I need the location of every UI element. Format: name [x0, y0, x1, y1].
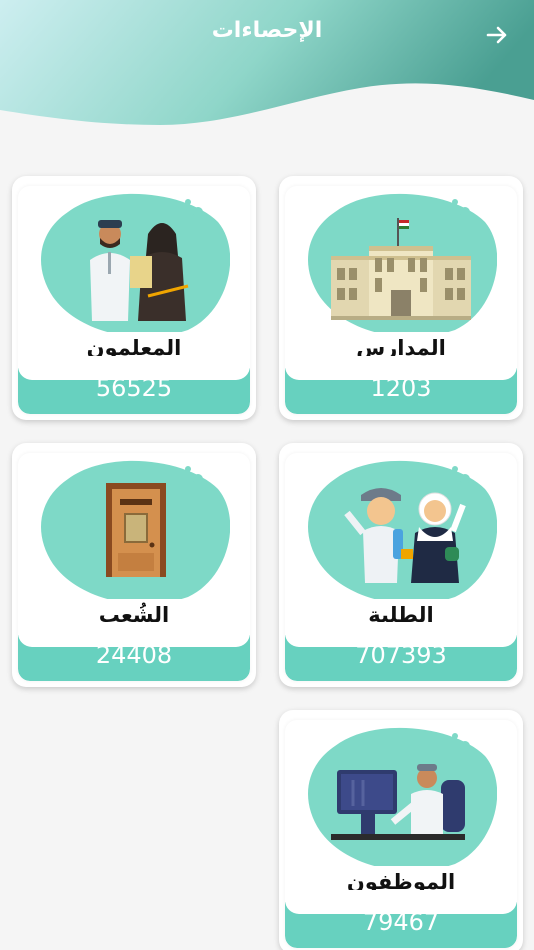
card-count-schools: 1203 [370, 374, 432, 402]
card-students[interactable]: الطلبة 707393 [279, 443, 523, 687]
card-employees[interactable]: الموظفون 79467 [279, 710, 523, 950]
page-title: الإحصاءات [211, 18, 323, 43]
header-bar: الإحصاءات [0, 0, 534, 135]
card-schools[interactable]: المدارس 1203 [279, 176, 523, 420]
school-building-icon [331, 218, 471, 320]
card-count-students: 707393 [355, 641, 447, 669]
students-icon [344, 488, 466, 583]
card-sections[interactable]: الشُعب 24408 [12, 443, 256, 687]
back-arrow-icon[interactable] [484, 22, 510, 48]
classroom-door-icon [106, 483, 166, 577]
card-count-teachers: 56525 [95, 374, 173, 402]
card-count-sections: 24408 [95, 641, 173, 669]
card-teachers[interactable]: المعلمون 56525 [12, 176, 256, 420]
card-count-employees: 79467 [362, 908, 440, 936]
teachers-icon [90, 220, 189, 321]
employee-computer-icon [331, 764, 465, 840]
